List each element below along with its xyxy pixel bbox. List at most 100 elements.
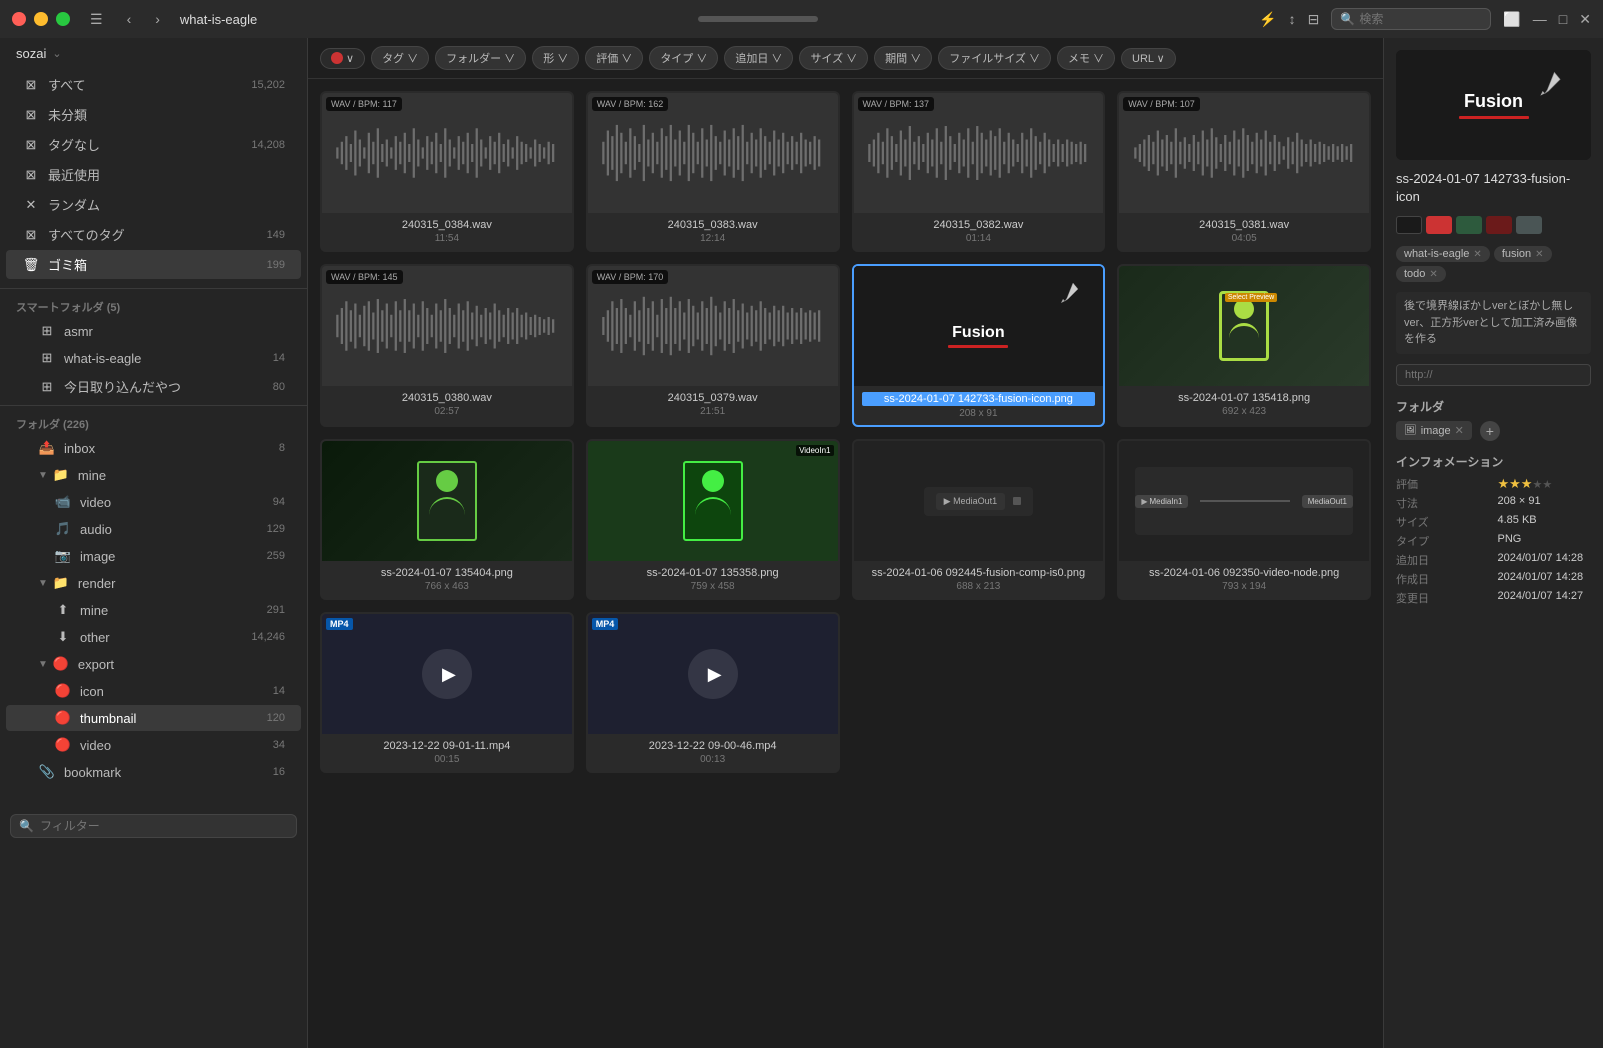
- folder-tag-image[interactable]: 🖼 image ✕: [1396, 421, 1472, 440]
- tag-remove-todo[interactable]: ✕: [1429, 269, 1437, 280]
- sidebar-item-uncategorized[interactable]: ⊠ 未分類: [6, 100, 301, 129]
- sidebar-item-bookmark[interactable]: 📎 bookmark 16: [6, 759, 301, 785]
- filter-icon[interactable]: ⚡: [1259, 11, 1276, 28]
- sidebar-item-what-is-eagle[interactable]: ⊞ what-is-eagle 14: [6, 345, 301, 371]
- color-swatches: [1396, 216, 1591, 234]
- tag-todo[interactable]: todo ✕: [1396, 266, 1446, 282]
- add-folder-button[interactable]: +: [1480, 421, 1500, 441]
- grid-item-12[interactable]: ▶ MediaIn1 MediaOut1 ss-2024-01-06 09235…: [1117, 439, 1371, 600]
- filter-tag[interactable]: タグ ∨: [371, 46, 429, 70]
- sidebar-item-video2[interactable]: 🔴 video 34: [6, 732, 301, 758]
- meta-7: 208 x 91: [862, 408, 1096, 419]
- main-nav: ⊠ すべて 15,202 ⊠ 未分類 ⊠ タグなし 14,208 ⊠ 最近使用 …: [0, 65, 307, 284]
- folder-remove-image[interactable]: ✕: [1455, 424, 1464, 437]
- swatch-5[interactable]: [1516, 216, 1542, 234]
- filename-10: ss-2024-01-07 135358.png: [596, 567, 830, 579]
- filter-type[interactable]: タイプ ∨: [649, 46, 718, 70]
- grid-item-1[interactable]: WAV / BPM: 117 240315_0384.wav 11:54: [320, 91, 574, 252]
- tag-remove-fusion[interactable]: ✕: [1535, 249, 1543, 260]
- info-11: ss-2024-01-06 092445-fusion-comp-is0.png…: [854, 561, 1104, 598]
- filter-added[interactable]: 追加日 ∨: [724, 46, 793, 70]
- bpm-badge-1: WAV / BPM: 117: [326, 97, 402, 111]
- sidebar-item-mine2[interactable]: ⬆ mine 291: [6, 597, 301, 623]
- sidebar-item-inbox[interactable]: 📤 inbox 8: [6, 435, 301, 461]
- minimize-button[interactable]: [34, 12, 48, 26]
- sidebar-item-notag[interactable]: ⊠ タグなし 14,208: [6, 130, 301, 159]
- sidebar-item-other[interactable]: ⬇ other 14,246: [6, 624, 301, 650]
- thumb-13: MP4 ▶: [322, 614, 572, 734]
- grid-item-14[interactable]: MP4 ▶ 2023-12-22 09-00-46.mp4 00:13: [586, 612, 840, 773]
- sidebar-item-render[interactable]: ▼ 📁 render: [6, 570, 301, 596]
- grid-item-8[interactable]: Select Preview ss-2024-01-07 135418.png …: [1117, 264, 1371, 427]
- fusion-underline: [948, 345, 1008, 348]
- filter-filesize[interactable]: ファイルサイズ ∨: [938, 46, 1051, 70]
- tag-remove-eagle[interactable]: ✕: [1473, 249, 1481, 260]
- funnel-icon[interactable]: ⊟: [1308, 11, 1320, 28]
- filter-folder[interactable]: フォルダー ∨: [435, 46, 526, 70]
- sidebar-item-audio[interactable]: 🎵 audio 129: [6, 516, 301, 542]
- breadcrumb: what-is-eagle: [180, 12, 257, 27]
- waveform-svg-3: [866, 111, 1091, 195]
- filter-size[interactable]: サイズ ∨: [799, 46, 868, 70]
- sidebar-item-trash[interactable]: 🗑 ゴミ箱 199: [6, 250, 301, 279]
- sidebar-item-asmr[interactable]: ⊞ asmr: [6, 318, 301, 344]
- sidebar-item-icon[interactable]: 🔴 icon 14: [6, 678, 301, 704]
- filter-duration[interactable]: 期間 ∨: [874, 46, 932, 70]
- menu-button[interactable]: ☰: [86, 9, 107, 30]
- filter-input[interactable]: [40, 819, 288, 833]
- grid-item-6[interactable]: WAV / BPM: 170 240315_0379.wav 21:51: [586, 264, 840, 427]
- sidebar-item-today[interactable]: ⊞ 今日取り込んだやつ 80: [6, 372, 301, 401]
- back-button[interactable]: ‹: [123, 9, 136, 29]
- url-input[interactable]: [1396, 364, 1591, 386]
- modified-label: 変更日: [1396, 590, 1490, 606]
- forward-button[interactable]: ›: [151, 9, 164, 29]
- grid-item-3[interactable]: WAV / BPM: 137 240315_0382.wav 01:14: [852, 91, 1106, 252]
- sidebar-item-thumbnail[interactable]: 🔴 thumbnail 120: [6, 705, 301, 731]
- resize-icon[interactable]: ⬜: [1503, 11, 1520, 28]
- grid-item-13[interactable]: MP4 ▶ 2023-12-22 09-01-11.mp4 00:15: [320, 612, 574, 773]
- tag-fusion[interactable]: fusion ✕: [1494, 246, 1552, 262]
- sidebar-filter[interactable]: 🔍: [10, 814, 297, 838]
- swatch-3[interactable]: [1456, 216, 1482, 234]
- filter-rating[interactable]: 評価 ∨: [585, 46, 643, 70]
- filter-url[interactable]: URL ∨: [1121, 48, 1176, 69]
- thumb-10: VideoIn1: [588, 441, 838, 561]
- sidebar-item-all[interactable]: ⊠ すべて 15,202: [6, 70, 301, 99]
- tag-what-is-eagle[interactable]: what-is-eagle ✕: [1396, 246, 1490, 262]
- swatch-2[interactable]: [1426, 216, 1452, 234]
- grid-item-5[interactable]: WAV / BPM: 145 240315_0380.wav 02:57: [320, 264, 574, 427]
- grid-item-9[interactable]: ss-2024-01-07 135404.png 766 x 463: [320, 439, 574, 600]
- search-bar[interactable]: 🔍: [1331, 8, 1491, 30]
- grid-item-11[interactable]: ▶ MediaOut1 ss-2024-01-06 092445-fusion-…: [852, 439, 1106, 600]
- progress-bar: [698, 16, 818, 22]
- search-input[interactable]: [1359, 12, 1479, 26]
- sidebar-item-all-tags[interactable]: ⊠ すべてのタグ 149: [6, 220, 301, 249]
- window-max-icon[interactable]: □: [1559, 11, 1567, 27]
- sidebar-item-mine[interactable]: ▼ 📁 mine: [6, 462, 301, 488]
- rating-label: 評価: [1396, 476, 1490, 492]
- window-close-icon[interactable]: ✕: [1579, 11, 1591, 28]
- swatch-4[interactable]: [1486, 216, 1512, 234]
- filter-memo[interactable]: メモ ∨: [1057, 46, 1115, 70]
- maximize-button[interactable]: [56, 12, 70, 26]
- filter-color[interactable]: ∨: [320, 48, 365, 69]
- filename-5: 240315_0380.wav: [330, 392, 564, 404]
- info-14: 2023-12-22 09-00-46.mp4 00:13: [588, 734, 838, 771]
- close-button[interactable]: [12, 12, 26, 26]
- sort-icon[interactable]: ↕: [1289, 11, 1296, 27]
- meta-5: 02:57: [330, 406, 564, 417]
- right-panel: Fusion ss-2024-01-07 142733-fusion-icon …: [1383, 38, 1603, 1048]
- sidebar-item-image[interactable]: 📷 image 259: [6, 543, 301, 569]
- sidebar-item-export[interactable]: ▼ 🔴 export: [6, 651, 301, 677]
- sidebar-item-recent[interactable]: ⊠ 最近使用: [6, 160, 301, 189]
- grid-item-7[interactable]: Fusion ss-2024-01-07 142733-fusion-icon.…: [852, 264, 1106, 427]
- grid-item-10[interactable]: VideoIn1 ss-2024-01-07 135358.png 759 x …: [586, 439, 840, 600]
- sidebar-item-video[interactable]: 📹 video 94: [6, 489, 301, 515]
- grid-item-2[interactable]: WAV / BPM: 162 240315_0383.wav 12:14: [586, 91, 840, 252]
- filter-shape[interactable]: 形 ∨: [532, 46, 579, 70]
- sidebar-item-random[interactable]: ✕ ランダム: [6, 190, 301, 219]
- window-min-icon[interactable]: —: [1533, 11, 1547, 27]
- grid-item-4[interactable]: WAV / BPM: 107 240315_0381.wav 04:05: [1117, 91, 1371, 252]
- swatch-1[interactable]: [1396, 216, 1422, 234]
- bpm-badge-3: WAV / BPM: 137: [858, 97, 935, 111]
